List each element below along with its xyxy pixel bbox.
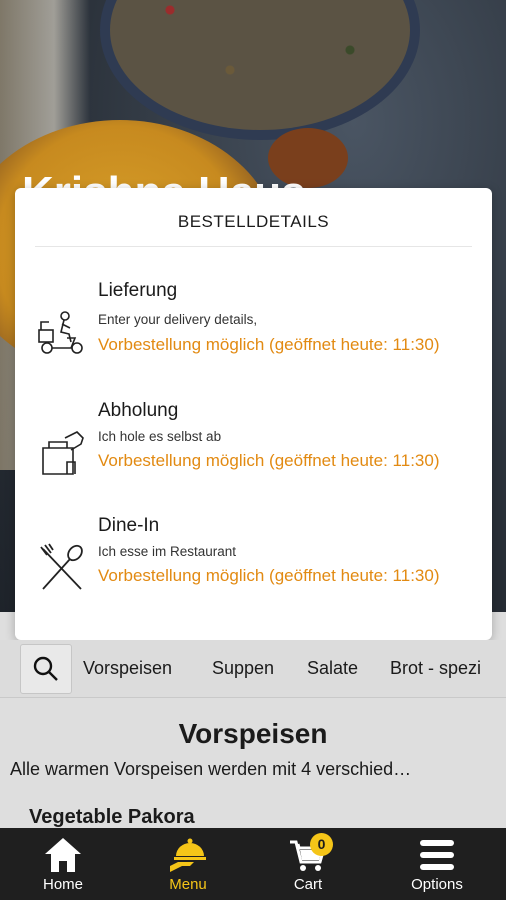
home-icon [43, 836, 83, 874]
delivery-scooter-icon [37, 308, 87, 358]
order-details-modal: BESTELLDETAILS Lieferung Enter your deli… [15, 188, 492, 640]
cart-count-badge: 0 [310, 833, 333, 856]
options-icon [417, 836, 457, 874]
search-icon [33, 656, 58, 681]
nav-options[interactable]: Options [387, 828, 487, 900]
nav-label: Cart [293, 876, 323, 893]
menu-item-name[interactable]: Vegetable Pakora [29, 806, 195, 828]
section-description: Alle warmen Vorspeisen werden mit 4 vers… [10, 759, 412, 779]
option-note: Vorbestellung möglich (geöffnet heute: 1… [98, 566, 440, 585]
category-tab-brot[interactable]: Brot - spezi [390, 658, 481, 679]
menu-section: Vorspeisen Alle warmen Vorspeisen werden… [0, 698, 506, 828]
takeaway-bag-icon [37, 428, 87, 478]
option-delivery[interactable]: Lieferung Enter your delivery details, V… [15, 280, 492, 390]
option-dine-in[interactable]: Dine-In Ich esse im Restaurant Vorbestel… [15, 515, 492, 625]
option-pickup[interactable]: Abholung Ich hole es selbst ab Vorbestel… [15, 400, 492, 510]
category-tab-suppen[interactable]: Suppen [212, 658, 274, 679]
fork-spoon-icon [37, 543, 87, 593]
option-note: Vorbestellung möglich (geöffnet heute: 1… [98, 451, 440, 470]
nav-cart[interactable]: 0 Cart [258, 828, 358, 900]
nav-menu[interactable]: Menu [138, 828, 238, 900]
option-name: Lieferung [98, 280, 178, 301]
nav-label: Menu [169, 876, 207, 893]
menu-cloche-icon [168, 836, 208, 874]
option-name: Abholung [98, 400, 179, 421]
modal-title: BESTELLDETAILS [177, 212, 330, 231]
category-tab-vorspeisen[interactable]: Vorspeisen [83, 658, 172, 679]
nav-label: Home [42, 876, 83, 893]
category-tab-salate[interactable]: Salate [307, 658, 358, 679]
option-note: Vorbestellung möglich (geöffnet heute: 1… [98, 335, 440, 354]
search-button[interactable] [20, 644, 72, 694]
option-name: Dine-In [98, 515, 160, 536]
hero-pepper-bowl [110, 0, 410, 130]
nav-home[interactable]: Home [13, 828, 113, 900]
option-description: Ich esse im Restaurant [98, 544, 237, 559]
nav-label: Options [411, 876, 463, 893]
section-title: Vorspeisen [178, 718, 328, 749]
bottom-nav: Home Menu 0 Cart Options [0, 828, 506, 900]
option-description: Enter your delivery details, [98, 312, 258, 327]
modal-divider [35, 246, 472, 247]
option-description: Ich hole es selbst ab [98, 429, 222, 444]
category-bar: Vorspeisen Suppen Salate Brot - spezi [0, 640, 506, 698]
